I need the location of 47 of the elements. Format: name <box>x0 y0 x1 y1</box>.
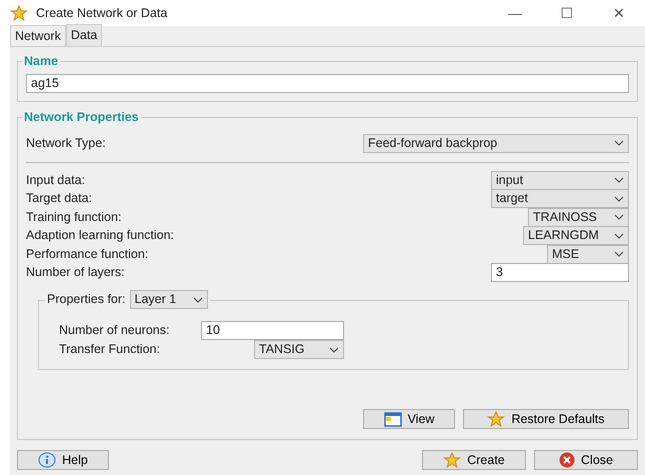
field-label: Input data: <box>26 172 86 189</box>
dropdown[interactable]: target <box>491 189 629 208</box>
tab[interactable]: Data <box>66 24 102 46</box>
caret-icon <box>614 177 624 184</box>
dropdown[interactable]: TANSIG <box>254 340 344 359</box>
dropdown[interactable]: MSE <box>547 244 629 264</box>
field-label: Number of layers: <box>26 264 125 282</box>
field-label: Number of neurons: <box>59 322 170 340</box>
field-label: Target data: <box>26 190 92 208</box>
info-icon <box>38 452 56 468</box>
app-icon <box>10 5 28 21</box>
window-icon <box>384 412 402 426</box>
network-type-dropdown[interactable]: Feed-forward backprop <box>363 134 629 152</box>
input-field[interactable]: 3 <box>491 263 629 282</box>
field-label: Performance function: <box>26 246 148 263</box>
create-button[interactable]: Create <box>422 450 526 470</box>
section-legend: Network Properties <box>22 109 141 125</box>
help-button[interactable]: Help <box>17 450 109 470</box>
field-label: Transfer Function: <box>59 341 161 358</box>
close-button[interactable]: ✕ <box>593 2 645 24</box>
field-label: Network Type: <box>26 134 106 152</box>
star-icon <box>443 452 462 468</box>
tab[interactable]: Network <box>10 25 66 46</box>
window-title: Create Network or Data <box>36 4 168 22</box>
input-field[interactable]: 10 <box>201 321 344 340</box>
minimize-button[interactable]: — <box>489 2 541 24</box>
view-button[interactable]: View <box>363 409 455 429</box>
close-icon <box>559 452 576 468</box>
caret-icon <box>614 214 624 220</box>
caret-icon <box>329 346 339 352</box>
maximize-button[interactable]: ☐ <box>541 2 593 24</box>
star-icon <box>487 411 506 427</box>
caret-icon <box>614 140 624 146</box>
caret-icon <box>614 196 624 202</box>
name-field[interactable]: ag15 <box>26 74 629 93</box>
field-label: Properties for: <box>47 291 126 308</box>
dropdown[interactable]: TRAINOSS <box>528 208 629 227</box>
close-button[interactable]: Close <box>534 450 638 470</box>
dropdown[interactable]: input <box>491 170 629 190</box>
layer-dropdown[interactable]: Layer 1 <box>130 290 208 309</box>
caret-icon <box>614 232 624 239</box>
dropdown[interactable]: LEARNGDM <box>523 226 629 246</box>
field-label: Adaption learning function: <box>26 227 174 244</box>
caret-icon <box>192 296 203 302</box>
caret-icon <box>614 251 624 258</box>
restore-defaults-button[interactable]: Restore Defaults <box>463 409 629 429</box>
field-label: Training function: <box>26 208 122 226</box>
